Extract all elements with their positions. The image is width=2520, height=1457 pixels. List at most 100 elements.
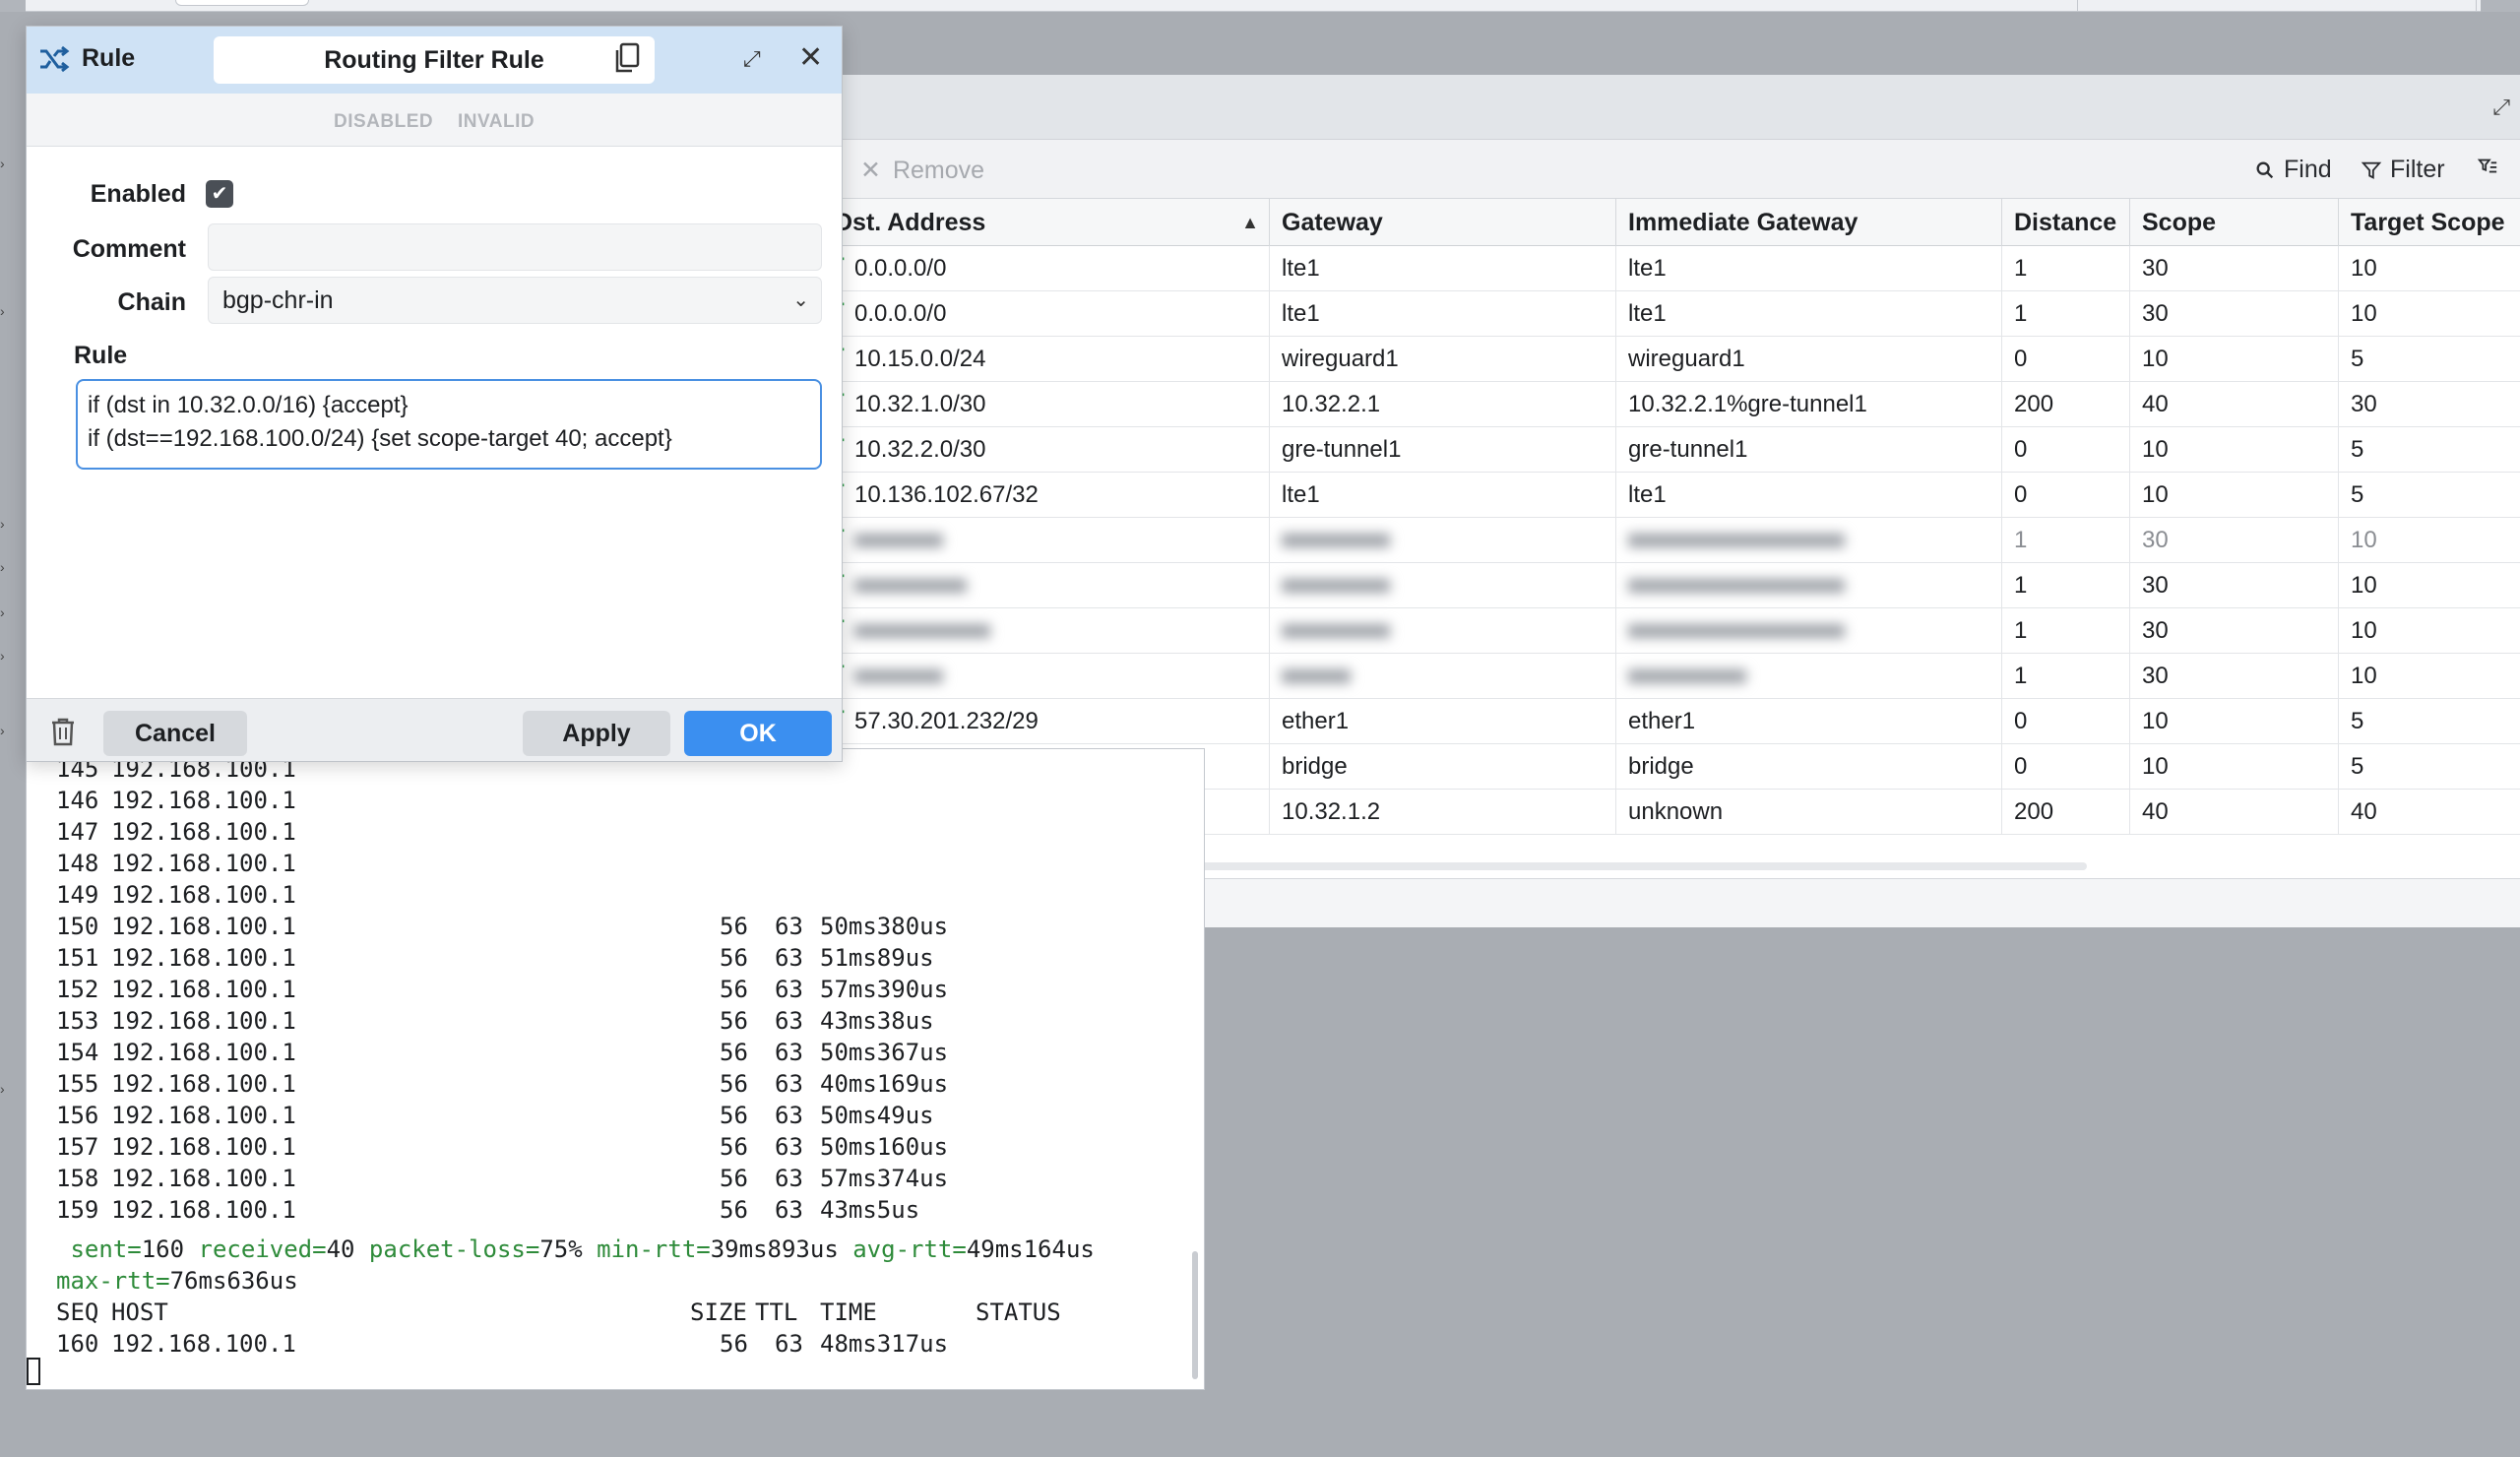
seq-value: 146 [56, 787, 99, 814]
immediate-gateway-cell: lte1 [1616, 291, 2002, 337]
ttl-value: 63 [775, 976, 803, 1003]
chevron-right-icon[interactable]: › [0, 517, 10, 531]
summary-value: 76ms636us [169, 1267, 298, 1295]
col-scope-header[interactable]: Scope [2130, 199, 2339, 246]
distance-cell: 1 [2002, 246, 2130, 291]
immediate-gateway-cell: lte1 [1616, 473, 2002, 518]
size-value: 56 [720, 1039, 748, 1066]
immediate-gateway-cell: 10.32.2.1%gre-tunnel1 [1616, 382, 2002, 427]
routing-filter-rule-dialog: Rule Routing Filter Rule ⤢ ✕ DISABLED IN… [26, 26, 843, 762]
summary-key: max-rtt= [56, 1267, 170, 1295]
host-value: 192.168.100.1 [111, 1007, 296, 1035]
filter-button[interactable]: Filter [2361, 156, 2445, 184]
status-flags-bar: DISABLED INVALID [27, 94, 842, 147]
immediate-gateway-cell: lte1 [1616, 246, 2002, 291]
immediate-gateway-cell [1616, 654, 2002, 699]
chevron-right-icon[interactable]: › [0, 724, 10, 737]
remove-label: Remove [892, 156, 985, 184]
time-value: 50ms49us [820, 1102, 934, 1129]
background-window-strip [0, 0, 2520, 12]
ttl-value: 63 [775, 1007, 803, 1035]
host-value: 192.168.100.1 [111, 850, 296, 877]
col-immediate-gateway-header[interactable]: Immediate Gateway [1616, 199, 2002, 246]
terminal-window[interactable]: 145 192.168.100.1 146 192.168.100.1 147 192.1… [26, 748, 1205, 1390]
size-value: 56 [720, 1133, 748, 1161]
distance-cell: 0 [2002, 744, 2130, 790]
time-value: 50ms380us [820, 913, 949, 940]
summary-key: avg-rtt= [852, 1235, 967, 1263]
summary-value: 49ms164us [966, 1235, 1095, 1263]
chevron-right-icon[interactable]: › [0, 605, 10, 619]
ping-line: 154 192.168.100.1 56 63 50ms367us [56, 1037, 948, 1068]
redacted-value [1282, 624, 1390, 638]
redacted-value [1282, 669, 1351, 683]
distance-cell: 1 [2002, 518, 2130, 563]
ping-last-line: 160 192.168.100.1 56 63 48ms317us [56, 1328, 948, 1360]
redacted-value [1628, 669, 1746, 683]
ttl-value: 63 [775, 1070, 803, 1098]
immediate-gateway-cell: unknown [1616, 790, 2002, 835]
target-scope-cell: 5 [2351, 481, 2364, 508]
host-value: 192.168.100.1 [111, 1330, 296, 1358]
dst-address-text: 57.30.201.232/29 [854, 708, 1039, 734]
expand-icon[interactable]: ⤢ [743, 46, 761, 72]
find-button[interactable]: Find [2254, 156, 2332, 184]
time-value: 43ms5us [820, 1196, 920, 1224]
chevron-right-icon[interactable]: › [0, 560, 10, 574]
col-target-scope-header[interactable]: Target Scope [2339, 199, 2520, 246]
ping-line: 155 192.168.100.1 56 63 40ms169us [56, 1068, 948, 1100]
comment-field[interactable] [208, 223, 822, 271]
redacted-value [854, 624, 990, 638]
chevron-right-icon[interactable]: › [0, 304, 10, 318]
host-value: 192.168.100.1 [111, 818, 296, 846]
time-value: 48ms317us [820, 1330, 949, 1358]
apply-button[interactable]: Apply [523, 711, 670, 756]
target-scope-cell: 5 [2351, 436, 2364, 463]
dst-address-cell: ⸢10.136.102.67/32 [823, 473, 1270, 518]
dst-address-text: 10.32.2.0/30 [854, 436, 986, 463]
ttl-value: 63 [775, 1039, 803, 1066]
distance-cell: 200 [2002, 790, 2130, 835]
copy-icon[interactable] [613, 42, 641, 79]
sort-ascending-icon: ▲ [1241, 213, 1259, 232]
dst-address-text: 10.136.102.67/32 [854, 481, 1039, 508]
distance-cell: 1 [2002, 563, 2130, 608]
col-gateway-header[interactable]: Gateway [1270, 199, 1616, 246]
close-icon[interactable]: ✕ [798, 40, 823, 75]
rule-textarea[interactable]: if (dst in 10.32.0.0/16) {accept} if (ds… [76, 379, 822, 470]
ttl-value: 63 [775, 944, 803, 972]
ttl-value: 63 [775, 1133, 803, 1161]
dst-address-cell: ⸢ [823, 563, 1270, 608]
scope-cell: 10 [2130, 427, 2339, 473]
filter-label: Filter [2390, 156, 2445, 183]
gateway-cell: ether1 [1270, 699, 1616, 744]
col-dst-address-header[interactable]: Dst. Address ▲ [823, 199, 1270, 246]
ping-line: 159 192.168.100.1 56 63 43ms5us [56, 1194, 919, 1226]
chevron-right-icon[interactable]: › [0, 1082, 10, 1096]
redacted-value [1282, 534, 1390, 547]
redacted-value [1282, 579, 1390, 593]
background-tab[interactable] [175, 0, 309, 6]
chevron-right-icon[interactable]: › [0, 157, 10, 170]
maximize-icon[interactable]: ⤢ [2492, 95, 2510, 120]
ping-line: 158 192.168.100.1 56 63 57ms374us [56, 1163, 948, 1194]
ok-button[interactable]: OK [684, 711, 832, 756]
distance-cell: 0 [2002, 337, 2130, 382]
redacted-value [854, 579, 967, 593]
seq-value: 160 [56, 1330, 99, 1358]
chevron-right-icon[interactable]: › [0, 649, 10, 663]
trash-icon[interactable] [50, 717, 76, 751]
rule-label: Rule [74, 342, 128, 369]
chain-select[interactable]: bgp-chr-in ⌄ [208, 277, 822, 324]
column-filter-button[interactable] [2477, 156, 2498, 177]
size-value: 56 [720, 1007, 748, 1035]
header-host: HOST [111, 1299, 168, 1326]
remove-button[interactable]: ✕ Remove [860, 156, 984, 185]
terminal-scrollbar[interactable] [1192, 1251, 1198, 1379]
cancel-button[interactable]: Cancel [103, 711, 247, 756]
enabled-checkbox[interactable]: ✔ [206, 180, 233, 208]
target-scope-cell: 5 [2351, 346, 2364, 372]
col-distance-header[interactable]: Distance [2002, 199, 2130, 246]
ping-line: 148 192.168.100.1 [56, 848, 296, 879]
host-value: 192.168.100.1 [111, 1039, 296, 1066]
